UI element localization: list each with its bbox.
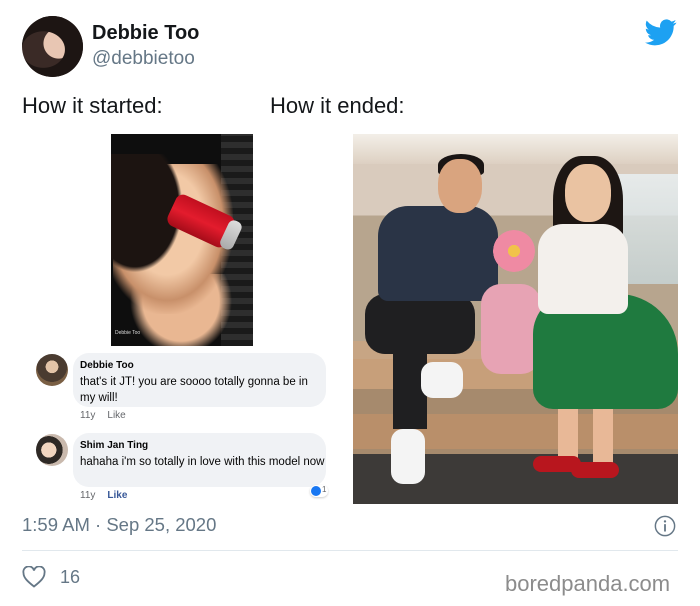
author-name[interactable]: Debbie Too (92, 22, 199, 45)
comment-avatar[interactable] (36, 434, 68, 466)
comment-text: hahaha i'm so totally in love with this … (80, 456, 325, 468)
twitter-logo-icon (645, 19, 677, 46)
comment-meta: 11y Like (80, 410, 138, 421)
flower-sticker (493, 230, 535, 272)
author-handle[interactable]: @debbietoo (92, 48, 195, 70)
like-count[interactable]: 16 (60, 567, 80, 588)
caption-how-it-ended: How it ended: (270, 93, 405, 118)
divider (22, 550, 678, 551)
comment-age: 11y (80, 410, 96, 421)
comment-author[interactable]: Shim Jan Ting (80, 440, 148, 451)
how-it-started-photo[interactable]: Debbie Too (111, 134, 253, 346)
watermark: boredpanda.com (505, 571, 671, 596)
tweet-timestamp[interactable]: 1:59 AM · Sep 25, 2020 (22, 514, 216, 536)
author-avatar[interactable] (22, 16, 83, 77)
caption-how-it-started: How it started: (22, 93, 163, 118)
comment-like-link[interactable]: Like (107, 490, 127, 501)
how-it-ended-photo[interactable] (353, 134, 678, 504)
comment-text: that's it JT! you are soooo totally gonn… (80, 376, 308, 404)
heart-icon[interactable] (22, 566, 46, 588)
comment-meta: 11y Like (80, 490, 139, 501)
like-reaction-icon[interactable]: 1 (310, 485, 328, 497)
info-icon[interactable] (654, 515, 676, 537)
photo-signature: Debbie Too (115, 330, 141, 336)
comment-author[interactable]: Debbie Too (80, 360, 134, 371)
reaction-count: 1 (322, 485, 327, 494)
comment-age: 11y (80, 490, 96, 501)
comment-avatar[interactable] (36, 354, 68, 386)
comment-like-link[interactable]: Like (107, 410, 125, 421)
